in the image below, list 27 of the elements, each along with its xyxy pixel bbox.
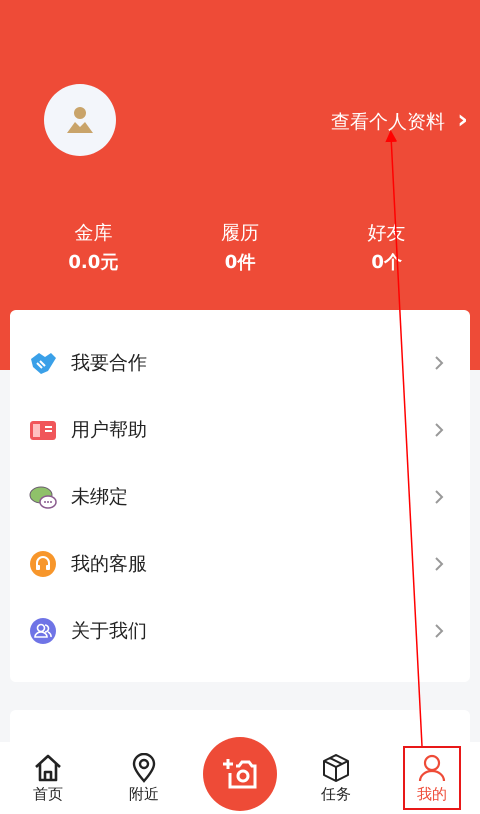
tab[interactable]: 首页 [19,746,77,810]
stat-value: 0件 [224,251,256,274]
person-icon [65,105,95,135]
menu-item[interactable]: 我要合作 [10,329,470,396]
menu-item[interactable]: 未绑定 [10,463,470,530]
add-camera-icon [222,758,258,790]
tab[interactable]: 我的 [403,746,461,810]
menu-item[interactable]: 用户帮助 [10,396,470,463]
chevron-right-icon [434,422,444,438]
person-icon [417,752,447,782]
headset-icon [29,550,57,578]
chevron-right-icon [434,488,444,504]
stat-label: 履历 [221,221,259,246]
stat-label: 金库 [74,221,112,246]
chevron-right-icon [434,622,444,638]
chevron-right-icon [434,354,444,370]
stat-value: 0.0元 [68,251,118,274]
tab[interactable]: 附近 [115,746,173,810]
home-icon [33,752,63,782]
people-icon [29,616,57,644]
menu-item[interactable]: 我的客服 [10,530,470,597]
chevron-right-icon [434,556,444,572]
cube-icon [321,752,351,782]
stat-value: 0个 [371,251,402,274]
view-profile-link[interactable]: 查看个人资料 › [331,105,468,135]
tab[interactable]: 任务 [307,746,365,810]
menu-item[interactable]: 关于我们 [10,597,470,664]
